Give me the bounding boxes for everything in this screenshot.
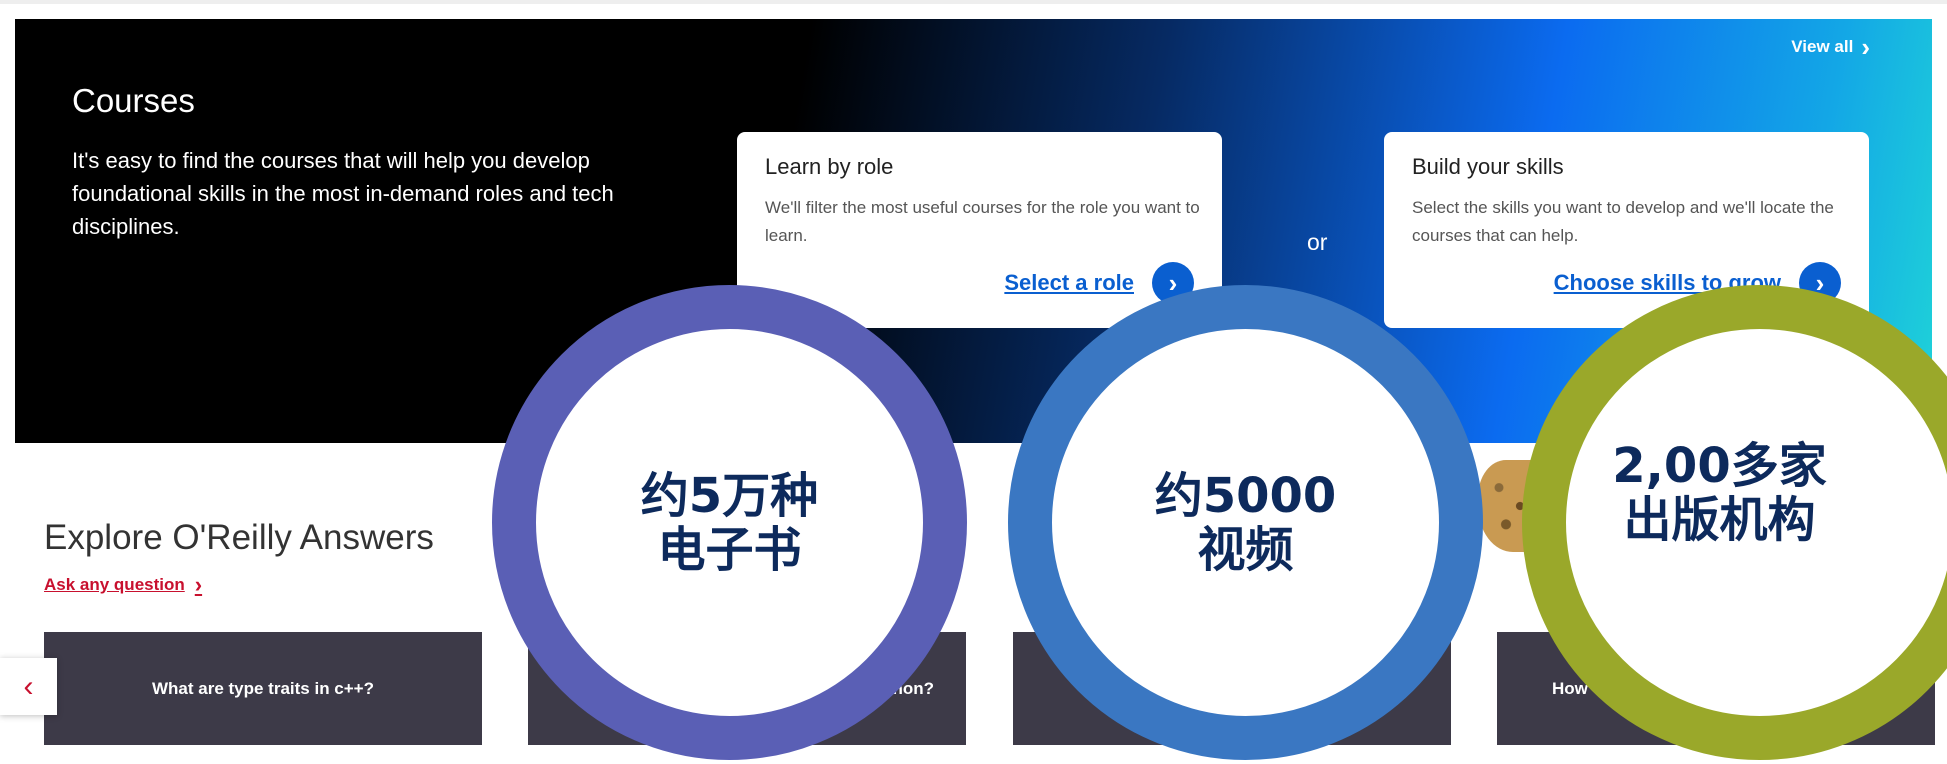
question-card[interactable]: What are type traits in c++? <box>44 632 482 745</box>
select-role-link[interactable]: Select a role <box>1004 270 1134 296</box>
or-separator: or <box>1307 229 1328 255</box>
card-description: Select the skills you want to develop an… <box>1412 198 1834 245</box>
card-title: Build your skills <box>1412 154 1564 179</box>
chevron-right-icon: › <box>1861 32 1870 62</box>
ask-question-link[interactable]: Ask any question › <box>44 572 202 598</box>
stat-text: 约5000 视频 <box>1154 467 1337 578</box>
card-description: We'll filter the most useful courses for… <box>765 198 1200 245</box>
stat-text: 约5万种 电子书 <box>640 467 819 578</box>
carousel-prev-button[interactable]: ‹ <box>0 658 57 715</box>
stat-circle-videos: 约5000 视频 <box>1008 285 1483 760</box>
stat-text: 2,00多家 出版机构 <box>1612 437 1827 548</box>
courses-description: It's easy to find the courses that will … <box>72 148 614 239</box>
chevron-right-icon: › <box>194 572 203 597</box>
ask-question-label: Ask any question <box>44 575 185 594</box>
card-title: Learn by role <box>765 154 894 179</box>
chevron-left-icon: ‹ <box>23 669 34 703</box>
top-border <box>0 0 1947 4</box>
courses-title: Courses <box>72 82 195 119</box>
stat-circle-ebooks: 约5万种 电子书 <box>492 285 967 760</box>
view-all-link[interactable]: View all › <box>1791 32 1870 62</box>
view-all-label: View all <box>1791 37 1854 56</box>
explore-answers-title: Explore O'Reilly Answers <box>44 518 434 557</box>
question-text: What are type traits in c++? <box>151 678 374 698</box>
